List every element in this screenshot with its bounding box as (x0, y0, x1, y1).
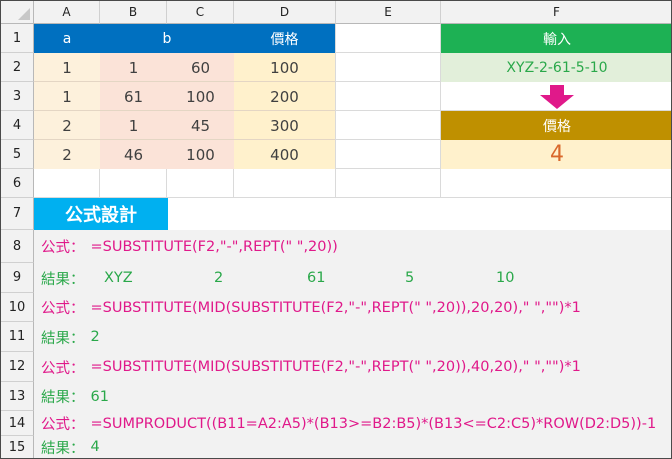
formula-line-14[interactable]: 公式： =SUMPRODUCT((B11=A2:A5)*(B13>=B2:B5)… (41, 411, 656, 436)
result-line-15[interactable]: 結果： 4 (41, 436, 100, 458)
cell-a5[interactable]: 2 (34, 140, 100, 169)
row-header-8[interactable]: 8 (1, 230, 34, 263)
down-arrow-icon (441, 82, 671, 111)
cell-c5[interactable]: 100 (167, 140, 234, 169)
row-header-2[interactable]: 2 (1, 53, 34, 82)
header-price[interactable]: 價格 (234, 24, 335, 53)
result-label: 結果： (41, 440, 85, 457)
row-header-12[interactable]: 12 (1, 352, 34, 382)
select-all-corner[interactable] (1, 1, 34, 24)
result-label: 結果： (41, 390, 85, 406)
row-header-9[interactable]: 9 (1, 263, 34, 293)
result-token-3[interactable]: 61 (307, 263, 325, 293)
row-header-7[interactable]: 7 (1, 198, 34, 230)
gridline (335, 24, 336, 198)
cell-b4[interactable]: 1 (100, 111, 167, 140)
spreadsheet: A B C D E F 1 2 3 4 5 6 7 8 9 10 11 12 1… (0, 0, 672, 459)
formula-title[interactable]: 公式設計 (34, 198, 168, 230)
result-token-1[interactable]: XYZ (104, 263, 133, 293)
cell-d4[interactable]: 300 (234, 111, 335, 140)
header-b[interactable]: b (100, 24, 234, 53)
row-header-6[interactable]: 6 (1, 169, 34, 198)
formula-line-8[interactable]: 公式： =SUBSTITUTE(F2,"-",REPT(" ",20)) (41, 230, 338, 263)
cell-c3[interactable]: 100 (167, 82, 234, 111)
formula-label: 公式： (41, 240, 85, 256)
formula-text: =SUMPRODUCT((B11=A2:A5)*(B13>=B2:B5)*(B1… (90, 415, 657, 432)
result-value: 61 (90, 388, 109, 405)
input-header[interactable]: 輸入 (441, 24, 671, 53)
row-header-1[interactable]: 1 (1, 24, 34, 53)
result-line-13[interactable]: 結果： 61 (41, 382, 109, 411)
row-header-14[interactable]: 14 (1, 411, 34, 436)
column-header-f[interactable]: F (441, 1, 671, 24)
column-header-e[interactable]: E (336, 1, 441, 24)
select-all-triangle-icon (18, 8, 30, 20)
row-header-5[interactable]: 5 (1, 140, 34, 169)
column-header-a[interactable]: A (34, 1, 100, 24)
row-header-11[interactable]: 11 (1, 322, 34, 352)
cell-a2[interactable]: 1 (34, 53, 100, 82)
cell-b3[interactable]: 61 (100, 82, 167, 111)
row-header-3[interactable]: 3 (1, 82, 34, 111)
row-header-15[interactable]: 15 (1, 436, 34, 458)
result-token-5[interactable]: 10 (496, 263, 514, 293)
cell-d2[interactable]: 100 (234, 53, 335, 82)
cell-d5[interactable]: 400 (234, 140, 335, 169)
formula-text: =SUBSTITUTE(MID(SUBSTITUTE(F2,"-",REPT("… (90, 299, 581, 316)
formula-label: 公式： (41, 301, 85, 317)
cell-b2[interactable]: 1 (100, 53, 167, 82)
formula-label: 公式： (41, 360, 85, 377)
cell-c4[interactable]: 45 (167, 111, 234, 140)
result-label: 結果： (41, 330, 85, 347)
formula-line-10[interactable]: 公式： =SUBSTITUTE(MID(SUBSTITUTE(F2,"-",RE… (41, 293, 581, 322)
header-a[interactable]: a (34, 24, 100, 53)
row-header-13[interactable]: 13 (1, 382, 34, 411)
result-label-9: 結果： (41, 263, 85, 293)
column-header-b[interactable]: B (100, 1, 167, 24)
result-line-11[interactable]: 結果： 2 (41, 322, 100, 352)
result-token-2[interactable]: 2 (214, 263, 223, 293)
cell-d3[interactable]: 200 (234, 82, 335, 111)
formula-text: =SUBSTITUTE(F2,"-",REPT(" ",20)) (90, 238, 338, 255)
cell-c2[interactable]: 60 (167, 53, 234, 82)
price-output-value[interactable]: 4 (441, 140, 671, 169)
column-header-d[interactable]: D (234, 1, 336, 24)
result-label: 結果： (41, 271, 85, 288)
cell-a4[interactable]: 2 (34, 111, 100, 140)
result-value: 2 (90, 329, 100, 345)
input-value-cell[interactable]: XYZ-2-61-5-10 (441, 53, 671, 82)
column-header-c[interactable]: C (167, 1, 234, 24)
formula-text: =SUBSTITUTE(MID(SUBSTITUTE(F2,"-",REPT("… (90, 359, 581, 375)
row-header-4[interactable]: 4 (1, 111, 34, 140)
result-token-4[interactable]: 5 (405, 263, 414, 293)
result-value: 4 (90, 439, 100, 455)
price-output-header[interactable]: 價格 (441, 111, 671, 140)
formula-line-12[interactable]: 公式： =SUBSTITUTE(MID(SUBSTITUTE(F2,"-",RE… (41, 352, 581, 382)
cell-b5[interactable]: 46 (100, 140, 167, 169)
formula-label: 公式： (41, 417, 85, 433)
row-header-10[interactable]: 10 (1, 293, 34, 322)
cell-a3[interactable]: 1 (34, 82, 100, 111)
